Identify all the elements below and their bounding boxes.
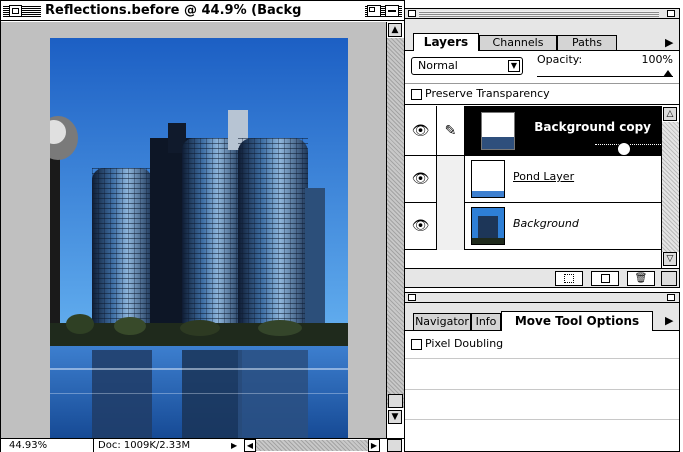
scroll-thumb[interactable] [388, 394, 403, 408]
palette-zoom-icon[interactable] [667, 294, 675, 301]
scroll-up-arrow-icon[interactable]: ▲ [388, 23, 402, 37]
document-window: Reflections.before @ 44.9% (Backg ▲ ▼ 44… [0, 0, 405, 452]
zoom-level[interactable]: 44.93% [9, 439, 81, 452]
palette-title-bar[interactable] [405, 293, 679, 303]
zoom-box-icon[interactable] [367, 5, 381, 17]
trash-icon[interactable]: 🗑 [627, 271, 655, 286]
opacity-label: Opacity: [537, 53, 583, 66]
vertical-scrollbar[interactable]: ▲ ▼ [386, 22, 404, 438]
layers-scroll-up-icon[interactable]: △ [663, 107, 677, 121]
close-box-icon[interactable] [9, 5, 22, 17]
tab-channels-label: Channels [492, 36, 544, 49]
palette-resize-icon[interactable] [661, 271, 677, 286]
palette-menu-arrow-icon[interactable]: ▶ [665, 315, 677, 327]
hand-cursor-icon [617, 142, 631, 156]
layer-thumbnail [471, 207, 505, 245]
layers-palette: Layers Channels Paths ▶ Normal ▼ Opacity… [404, 8, 680, 288]
hscroll-right-arrow-icon[interactable]: ▶ [368, 439, 380, 452]
eye-icon[interactable]: 👁 [405, 203, 437, 250]
blend-mode-value: Normal [418, 59, 458, 72]
status-bar: 44.93% Doc: 1009K/2.33M ▶ ◀ ▶ [1, 438, 404, 452]
layer-name: Background [513, 217, 579, 230]
tab-move-tool-options-label: Move Tool Options [514, 314, 640, 328]
pixel-doubling-checkbox[interactable] [411, 339, 422, 350]
tab-layers-label: Layers [423, 35, 469, 49]
canvas-area[interactable] [1, 22, 386, 438]
eye-icon[interactable]: 👁 [405, 106, 437, 156]
layers-tabbar: Layers Channels Paths ▶ [405, 19, 679, 51]
tab-navigator-label: Navigator [415, 315, 469, 328]
brush-slot[interactable] [437, 203, 465, 250]
layers-button-bar: 🗑 [405, 268, 679, 287]
tab-paths-label: Paths [572, 36, 602, 49]
tab-channels[interactable]: Channels [479, 35, 557, 51]
palette-title-bar[interactable] [405, 9, 679, 19]
resize-grip-icon[interactable] [387, 439, 402, 452]
collapse-box-icon[interactable] [385, 5, 399, 17]
layer-thumbnail [481, 112, 515, 150]
chevron-down-icon: ▼ [508, 60, 520, 72]
layer-name: Background copy [534, 120, 651, 134]
doc-size-readout: Doc: 1009K/2.33M [93, 439, 227, 452]
layers-list: 👁 ✎ Background copy 👁 Pond Layer 👁 Backg… [405, 106, 661, 268]
tab-navigator[interactable]: Navigator [413, 313, 471, 331]
tab-paths[interactable]: Paths [557, 35, 617, 51]
palette-close-icon[interactable] [408, 294, 416, 301]
brush-icon[interactable]: ✎ [437, 106, 465, 156]
opacity-slider[interactable] [537, 69, 673, 77]
layer-thumbnail [471, 160, 505, 198]
blend-mode-select[interactable]: Normal ▼ [411, 57, 523, 75]
hscroll-left-arrow-icon[interactable]: ◀ [244, 439, 256, 452]
eye-icon[interactable]: 👁 [405, 156, 437, 203]
new-layer-button[interactable] [591, 271, 619, 286]
tab-info[interactable]: Info [471, 313, 501, 331]
scroll-down-arrow-icon[interactable]: ▼ [388, 410, 402, 424]
preserve-transparency-label: Preserve Transparency [425, 87, 550, 100]
opacity-value: 100% [641, 53, 673, 66]
palette-menu-arrow-icon[interactable]: ▶ [665, 37, 677, 49]
layer-name: Pond Layer [513, 170, 575, 183]
preserve-transparency-row: Preserve Transparency [405, 83, 679, 105]
palette-close-icon[interactable] [408, 10, 416, 17]
tab-move-tool-options[interactable]: Move Tool Options [501, 311, 653, 331]
layer-mask-button[interactable] [555, 271, 583, 286]
layer-row-background-copy[interactable]: 👁 ✎ Background copy [405, 106, 661, 156]
layers-scrollbar[interactable]: △ ▽ [661, 106, 679, 268]
palette-zoom-icon[interactable] [667, 10, 675, 17]
tab-layers[interactable]: Layers [413, 33, 479, 51]
opacity-slider-thumb[interactable] [663, 70, 673, 77]
horizontal-scrollbar[interactable] [256, 440, 368, 451]
document-image[interactable] [50, 38, 348, 438]
options-divider [405, 389, 679, 390]
reflections-photo [50, 38, 348, 438]
document-title: Reflections.before @ 44.9% (Backg [41, 3, 365, 19]
layer-row-pond-layer[interactable]: 👁 Pond Layer [405, 156, 661, 203]
layer-row-background[interactable]: 👁 Background [405, 203, 661, 250]
pixel-doubling-row: Pixel Doubling [405, 333, 679, 359]
options-divider [405, 419, 679, 420]
layers-scroll-down-icon[interactable]: ▽ [663, 252, 677, 266]
brush-slot[interactable] [437, 156, 465, 203]
tab-info-label: Info [475, 315, 497, 328]
preserve-transparency-checkbox[interactable] [411, 89, 422, 100]
pixel-doubling-label: Pixel Doubling [425, 337, 504, 350]
options-tabbar: Navigator Info Move Tool Options ▶ [405, 303, 679, 331]
status-menu-arrow-icon[interactable]: ▶ [231, 439, 241, 452]
document-title-bar[interactable]: Reflections.before @ 44.9% (Backg [1, 1, 404, 21]
options-palette: Navigator Info Move Tool Options ▶ Pixel… [404, 292, 680, 452]
